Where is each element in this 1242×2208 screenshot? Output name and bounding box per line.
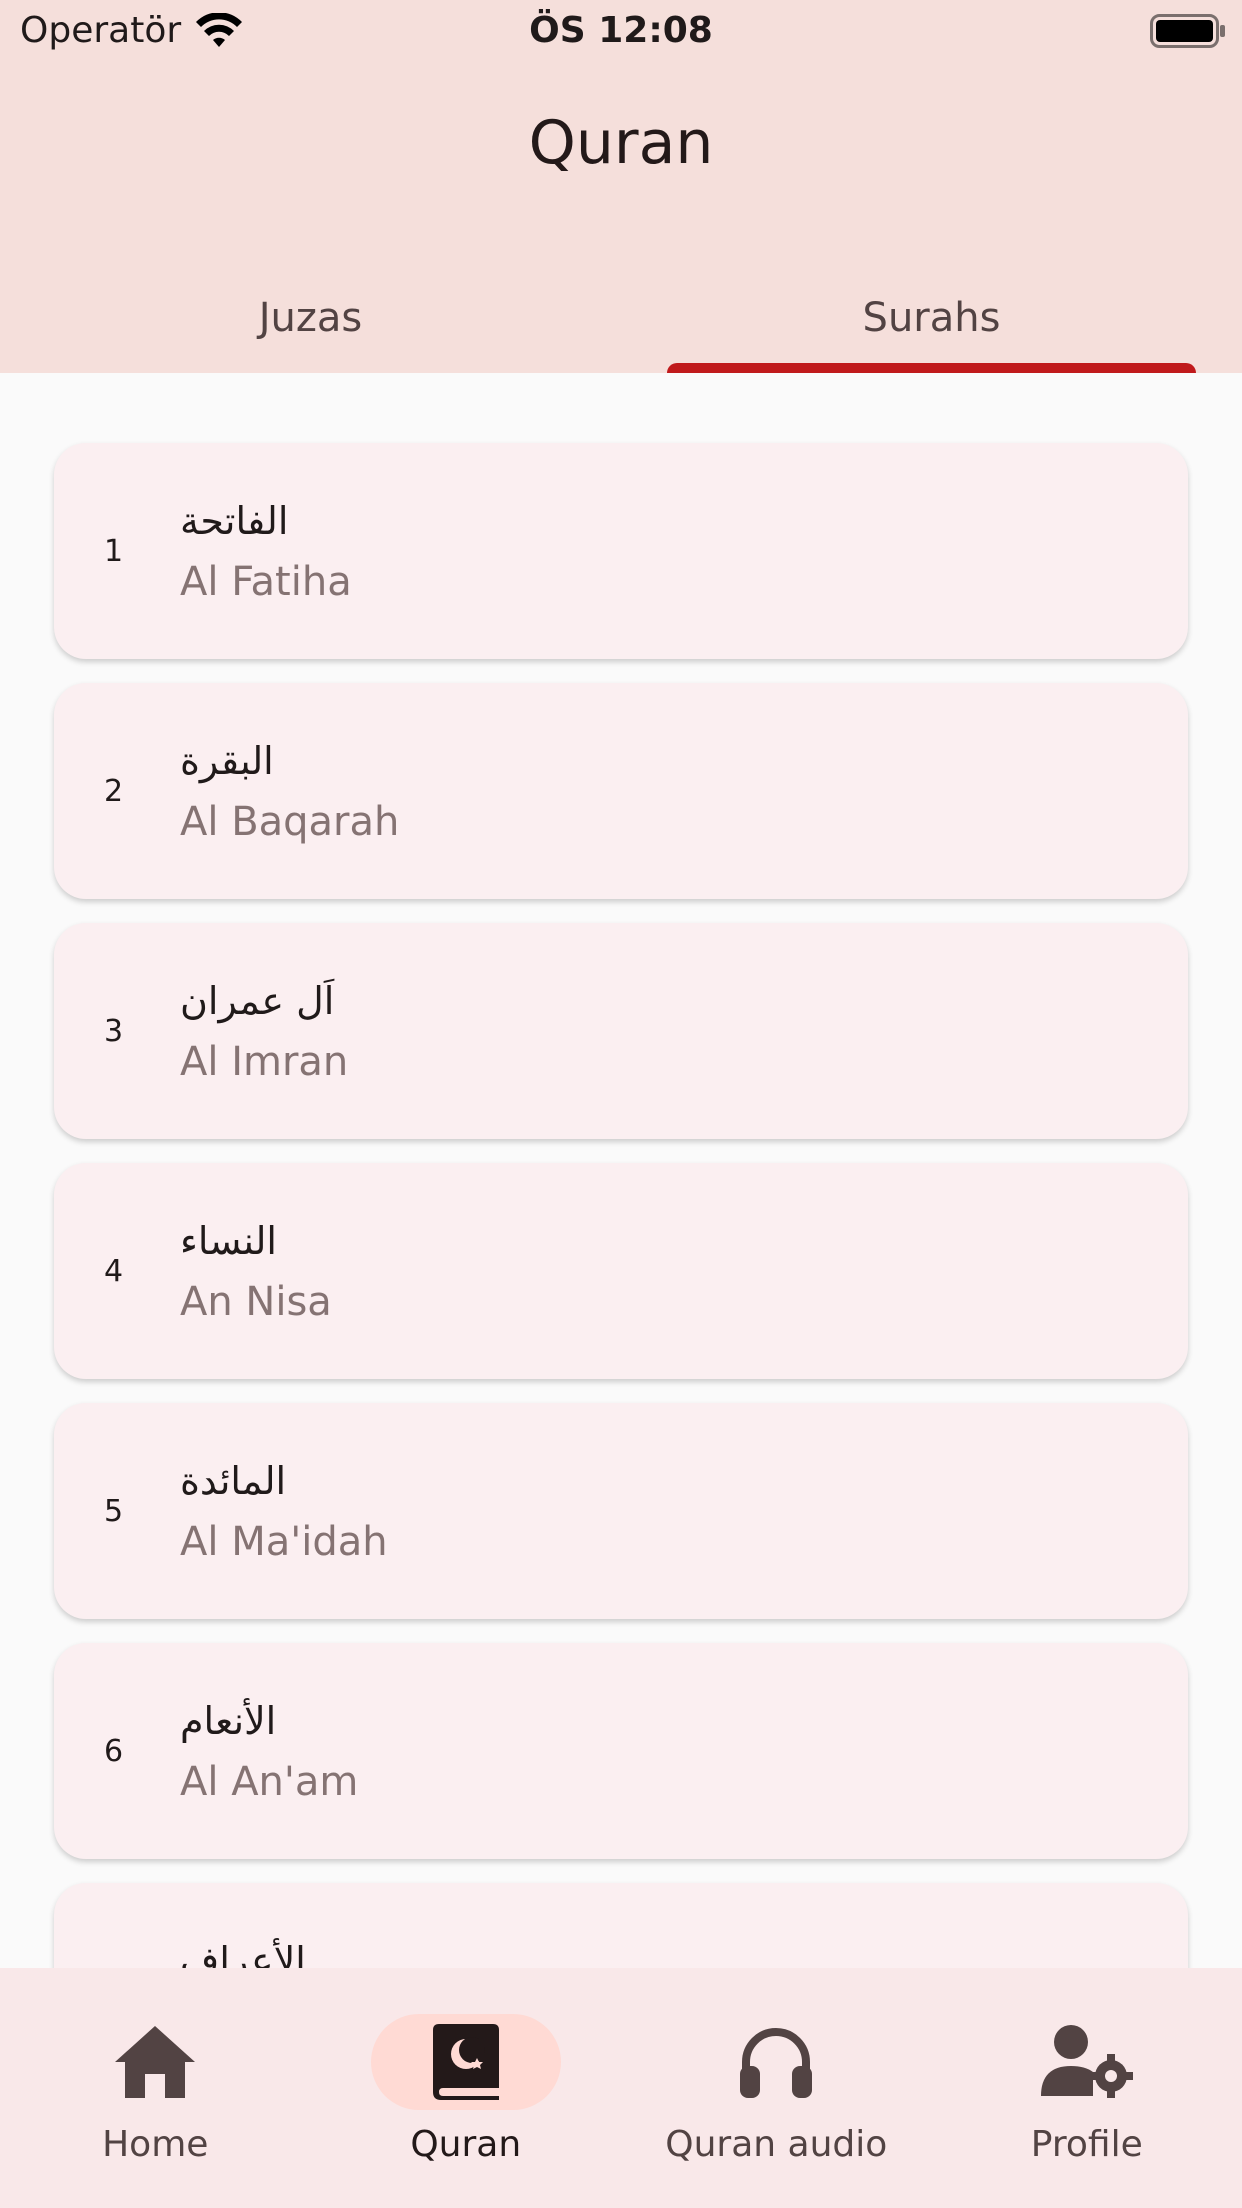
nav-icon-container (681, 2014, 871, 2110)
user-settings-icon (1040, 2025, 1133, 2098)
surah-number: 2 (104, 773, 124, 809)
surah-name: Al Imran (180, 1039, 349, 1085)
page-title: Quran (528, 108, 714, 178)
surah-card[interactable]: 1 الفاتحة Al Fatiha (54, 443, 1188, 659)
bottom-navigation: Home Quran Quran audio Profile (0, 1968, 1242, 2208)
nav-profile[interactable]: Profile (932, 1968, 1242, 2208)
surah-number: 7 (104, 1883, 123, 1968)
surah-name: Al Baqarah (180, 799, 400, 845)
tab-bar: Juzas Surahs (0, 262, 1242, 373)
headphones-icon (740, 2028, 813, 2098)
surah-arabic-name: اَل عمران (180, 979, 335, 1023)
surah-number: 1 (104, 533, 124, 569)
surah-number: 5 (104, 1493, 124, 1529)
surah-arabic-name: البقرة (180, 739, 274, 783)
nav-icon-container (992, 2014, 1182, 2110)
tab-surahs[interactable]: Surahs (621, 262, 1242, 373)
surah-arabic-name: الأنعام (180, 1699, 277, 1743)
nav-icon-container (370, 2014, 561, 2110)
quran-book-icon (432, 2024, 499, 2100)
tab-label: Surahs (862, 294, 1001, 341)
nav-label: Profile (1030, 2124, 1143, 2165)
tab-juzas[interactable]: Juzas (0, 262, 621, 373)
nav-quran[interactable]: Quran (311, 1968, 622, 2208)
nav-label: Quran audio (665, 2124, 888, 2165)
status-bar: Operatör ÖS 12:08 (0, 0, 1242, 62)
nav-label: Home (102, 2124, 209, 2165)
surah-name: Al Fatiha (180, 559, 352, 605)
surah-arabic-name: النساء (180, 1219, 277, 1263)
tab-label: Juzas (258, 294, 363, 341)
surah-list[interactable]: 1 الفاتحة Al Fatiha 2 البقرة Al Baqarah … (0, 373, 1242, 1968)
nav-quran-audio[interactable]: Quran audio (621, 1968, 932, 2208)
surah-card[interactable]: 5 المائدة Al Ma'idah (54, 1403, 1188, 1619)
surah-arabic-name: المائدة (180, 1459, 287, 1503)
surah-number: 4 (104, 1253, 124, 1289)
nav-icon-container (60, 2014, 250, 2110)
surah-name: Al Ma'idah (180, 1519, 388, 1565)
tab-indicator (667, 363, 1196, 373)
status-time: ÖS 12:08 (529, 10, 713, 51)
home-icon (115, 2026, 196, 2098)
battery-icon (1150, 14, 1225, 48)
surah-arabic-name: الأعراف (180, 1939, 306, 1968)
surah-card[interactable]: 4 النساء An Nisa (54, 1163, 1188, 1379)
surah-card[interactable]: 6 الأنعام Al An'am (54, 1643, 1188, 1859)
app-bar: Operatör ÖS 12:08 Quran Juzas Surahs (0, 0, 1242, 373)
surah-name: Al An'am (180, 1759, 359, 1805)
surah-card[interactable]: 2 البقرة Al Baqarah (54, 683, 1188, 899)
surah-card[interactable]: 7 الأعراف (54, 1883, 1188, 1968)
surah-number: 3 (104, 1013, 124, 1049)
surah-card[interactable]: 3 اَل عمران Al Imran (54, 923, 1188, 1139)
surah-number: 6 (104, 1733, 124, 1769)
nav-home[interactable]: Home (0, 1968, 311, 2208)
surah-arabic-name: الفاتحة (180, 499, 289, 543)
nav-label: Quran (410, 2124, 522, 2165)
surah-name: An Nisa (180, 1279, 332, 1325)
